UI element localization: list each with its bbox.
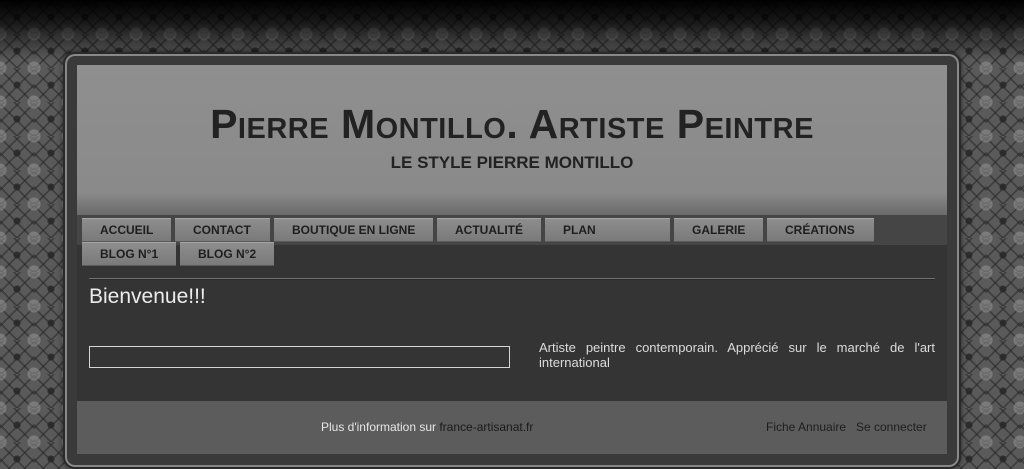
- nav-item-actualite[interactable]: ACTUALITÉ: [437, 218, 541, 242]
- nav-item-contact[interactable]: CONTACT: [175, 218, 270, 242]
- page-background-shade: [0, 0, 1024, 60]
- site-subtitle: LE STYLE PIERRE MONTILLO: [390, 153, 634, 172]
- site-title: Pierre Montillo. Artiste Peintre: [210, 101, 814, 147]
- main-content: [77, 267, 947, 401]
- welcome-heading: Bienvenue!!!: [89, 285, 206, 308]
- nav-item-blog-2[interactable]: BLOG N°2: [180, 242, 274, 266]
- site-header: Pierre Montillo. Artiste Peintre LE STYL…: [77, 65, 947, 215]
- nav-item-galerie[interactable]: GALERIE: [674, 218, 763, 242]
- nav-item-plan[interactable]: PLAN: [545, 218, 670, 242]
- nav-item-blog-1[interactable]: BLOG N°1: [82, 242, 176, 266]
- footer-info: Plus d'information sur france-artisanat.…: [321, 420, 533, 434]
- login-link[interactable]: Se connecter: [856, 420, 927, 434]
- nav-item-creations[interactable]: CRÉATIONS: [767, 218, 874, 242]
- empty-content-box: [89, 346, 510, 368]
- content-divider: [89, 278, 935, 280]
- nav-item-boutique[interactable]: BOUTIQUE EN LIGNE: [274, 218, 433, 242]
- artist-description: Artiste peintre contemporain. Apprécié s…: [539, 340, 935, 370]
- nav-item-accueil[interactable]: ACCUEIL: [82, 218, 171, 242]
- footer-info-text: Plus d'information sur: [321, 420, 440, 434]
- fiche-annuaire-link[interactable]: Fiche Annuaire: [766, 420, 846, 434]
- france-artisanat-link[interactable]: france-artisanat.fr: [439, 420, 533, 434]
